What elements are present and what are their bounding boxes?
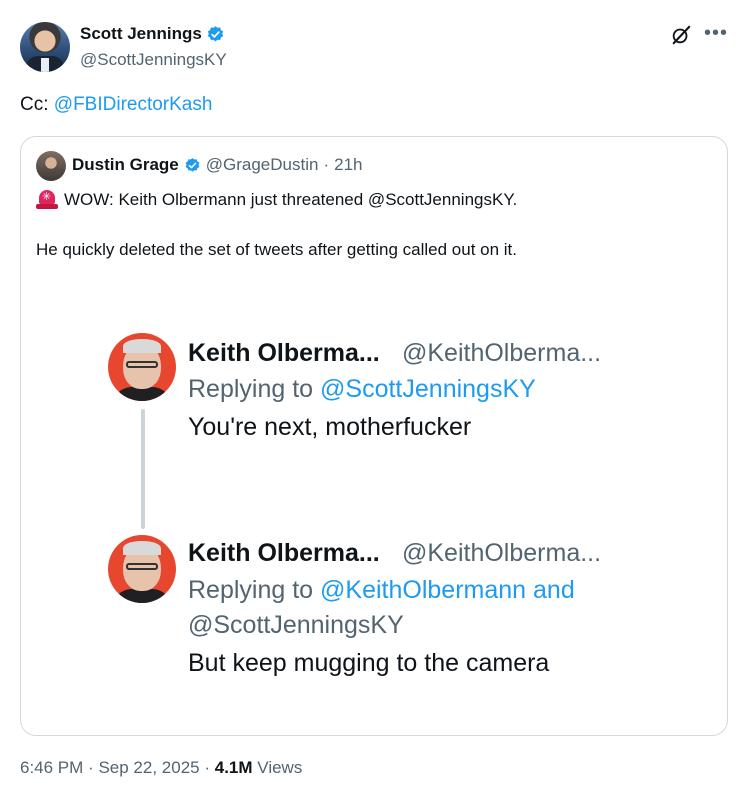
olbermann-avatar	[108, 535, 176, 603]
author-name[interactable]: Scott Jennings	[80, 24, 202, 44]
shot-second-text: But keep mugging to the camera	[188, 649, 550, 677]
shot-first-replying-prefix: Replying to	[188, 375, 321, 403]
meta-separator: ·	[88, 758, 94, 777]
views-count: 4.1M	[214, 758, 253, 777]
grok-icon[interactable]	[670, 24, 692, 46]
quote-author-handle[interactable]: @GrageDustin	[206, 155, 319, 175]
shot-first-replying-to: @ScottJenningsKY	[320, 375, 536, 403]
tweet-mention-link[interactable]: @FBIDirectorKash	[54, 94, 213, 115]
quoted-tweet[interactable]: Dustin Grage @GrageDustin · 21h ✳ WOW: K…	[20, 136, 728, 736]
author-handle[interactable]: @ScottJenningsKY	[80, 50, 227, 70]
shot-first-replying: Replying to @ScottJenningsKY	[188, 375, 536, 404]
shot-second-replying-to-2: @ScottJenningsKY	[188, 611, 404, 639]
quote-timestamp[interactable]: 21h	[334, 155, 362, 175]
author-avatar[interactable]	[20, 22, 70, 72]
verified-badge-icon	[207, 25, 224, 41]
shot-first-text: You're next, motherfucker	[188, 413, 472, 441]
shot-second-handle: @KeithOlberma...	[402, 539, 602, 567]
author-name-row[interactable]: Scott Jennings	[80, 24, 225, 44]
thread-connector	[141, 409, 145, 529]
meta-separator: ·	[204, 758, 211, 777]
tweet-time[interactable]: 6:46 PM	[20, 758, 83, 777]
views-label: Views	[257, 758, 303, 777]
tweet-date[interactable]: Sep 22, 2025	[98, 758, 199, 777]
shot-second-replying-to-1: @KeithOlbermann and	[320, 576, 575, 604]
quote-text-2: He quickly deleted the set of tweets aft…	[36, 240, 518, 259]
shot-first-handle: @KeithOlberma...	[402, 339, 602, 367]
quote-text-1: WOW: Keith Olbermann just threatened @Sc…	[64, 190, 518, 209]
quote-separator: ·	[323, 155, 330, 174]
shot-second-name: Keith Olberma...	[188, 539, 380, 567]
siren-icon: ✳	[36, 190, 58, 210]
tweet-text: Cc: @FBIDirectorKash	[20, 94, 212, 116]
quote-text-line1: ✳ WOW: Keith Olbermann just threatened @…	[36, 190, 517, 210]
shot-second-replying: Replying to @KeithOlbermann and	[188, 576, 575, 605]
olbermann-avatar	[108, 333, 176, 401]
tweet-meta: 6:46 PM · Sep 22, 2025 · 4.1M Views	[20, 758, 302, 778]
quote-header: Dustin Grage @GrageDustin · 21h	[72, 155, 363, 175]
more-icon[interactable]: •••	[704, 22, 728, 45]
quote-author-avatar[interactable]	[36, 151, 66, 181]
shot-first-name: Keith Olberma...	[188, 339, 380, 367]
shot-second-replying-prefix: Replying to	[188, 576, 321, 604]
tweet-prefix: Cc:	[20, 94, 54, 115]
quote-author-name[interactable]: Dustin Grage	[72, 155, 179, 175]
verified-badge-icon	[185, 157, 200, 172]
